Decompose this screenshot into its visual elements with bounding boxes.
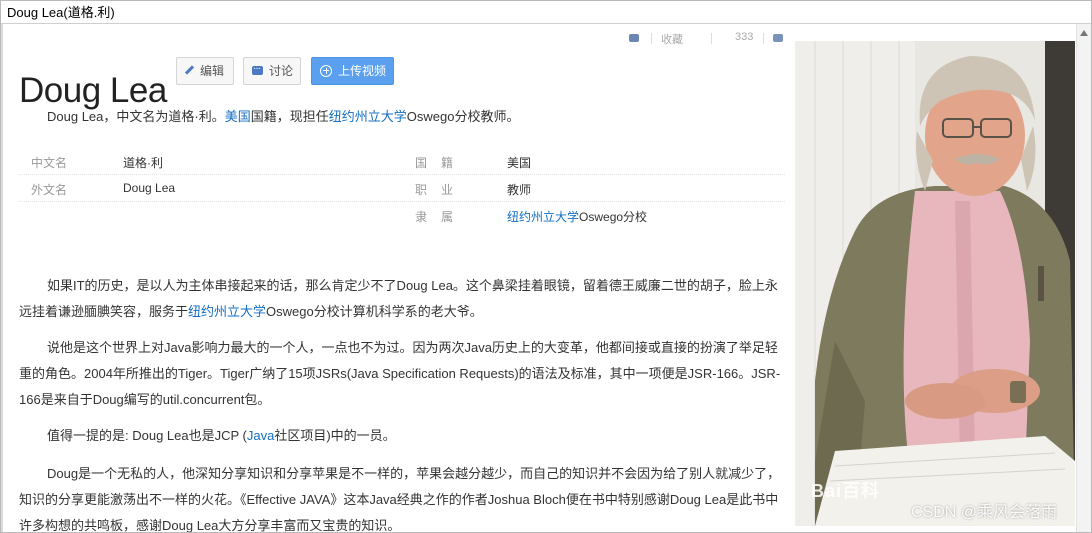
summary-text: Doug Lea，中文名为道格·利。美国国籍，现担任纽约州立大学Oswego分校… <box>47 106 519 125</box>
paragraph-text: Oswego分校计算机科学系的老大爷。 <box>266 304 483 319</box>
top-toolbar-strip: 收藏 333 <box>621 32 793 46</box>
info-key: 职业 <box>415 183 468 197</box>
upload-video-label: 上传视频 <box>338 64 387 78</box>
plus-circle-icon <box>320 64 332 77</box>
paragraph-text: 社区项目)中的一员。 <box>274 428 396 443</box>
discuss-button[interactable]: 讨论 <box>243 56 301 85</box>
portrait-illustration <box>795 41 1075 526</box>
scroll-up-arrow-icon[interactable] <box>1080 30 1088 36</box>
like-count[interactable]: 333 <box>735 32 753 43</box>
more-icon[interactable] <box>773 34 783 42</box>
toolbar-divider <box>763 33 764 44</box>
link-suny[interactable]: 纽约州立大学 <box>329 109 407 124</box>
toolbar-divider <box>711 33 712 44</box>
link-java[interactable]: Java <box>247 428 274 443</box>
discuss-label: 讨论 <box>269 64 294 78</box>
page-content[interactable]: 收藏 333 Doug Lea 编辑 讨论 上传视频 Doug Lea，中文名为… <box>1 24 1091 532</box>
portrait-photo[interactable]: Bai百科 CSDN @乘风会落雨 <box>795 41 1075 526</box>
info-row: 外文名 Doug Lea 职业 教师 <box>19 175 785 202</box>
info-key: 中文名 <box>31 156 68 170</box>
info-row: 中文名 道格·利 国籍 美国 <box>19 148 785 175</box>
info-value: 纽约州立大学Oswego分校 <box>507 208 647 225</box>
left-border <box>1 24 3 532</box>
info-row: 隶属 纽约州立大学Oswego分校 <box>19 202 785 228</box>
vertical-scrollbar[interactable] <box>1076 24 1091 532</box>
chat-icon <box>252 56 263 82</box>
toolbar-divider <box>651 33 652 44</box>
browser-window: Doug Lea(道格.利) 收藏 333 Doug Lea 编辑 讨论 上传视… <box>0 0 1092 533</box>
window-title: Doug Lea(道格.利) <box>1 1 1091 24</box>
baike-watermark: Bai百科 <box>811 481 881 501</box>
edit-button[interactable]: 编辑 <box>176 57 234 85</box>
basic-info-table: 中文名 道格·利 国籍 美国 外文名 Doug Lea 职业 教师 隶属 纽约州… <box>19 148 785 228</box>
info-value: 道格·利 <box>123 156 163 170</box>
paragraph-3: 值得一提的是: Doug Lea也是JCP (Java社区项目)中的一员。 <box>19 423 785 449</box>
summary-part: Doug Lea，中文名为道格·利。 <box>47 109 225 124</box>
paragraph-4: Doug是一个无私的人，他深知分享知识和分享苹果是不一样的，苹果会越分越少，而自… <box>19 466 781 532</box>
link-usa[interactable]: 美国 <box>225 109 251 124</box>
edit-label: 编辑 <box>200 64 225 78</box>
csdn-watermark: CSDN @乘风会落雨 <box>910 504 1057 521</box>
paragraph-text: 值得一提的是: Doug Lea也是JCP ( <box>47 428 247 443</box>
info-value: Doug Lea <box>123 181 176 195</box>
pencil-icon <box>185 66 194 75</box>
info-key: 隶属 <box>415 210 468 224</box>
paragraph-1: 如果IT的历史，是以人为主体串接起来的话，那么肯定少不了Doug Lea。这个鼻… <box>19 273 785 325</box>
info-key: 国籍 <box>415 156 468 170</box>
share-icon[interactable] <box>629 34 639 42</box>
paragraph-2: 说他是这个世界上对Java影响力最大的一个人，一点也不为过。因为两次Java历史… <box>19 340 781 407</box>
favorite-label[interactable]: 收藏 <box>661 32 683 46</box>
info-value: 美国 <box>507 156 532 170</box>
info-value-text: Oswego分校 <box>579 210 648 224</box>
link-suny[interactable]: 纽约州立大学 <box>188 304 266 319</box>
summary-part: 国籍，现担任 <box>250 109 329 124</box>
info-key: 外文名 <box>31 183 68 197</box>
link-suny[interactable]: 纽约州立大学 <box>507 210 579 224</box>
info-value: 教师 <box>507 183 532 197</box>
upload-video-button[interactable]: 上传视频 <box>311 57 394 85</box>
summary-part: Oswego分校教师。 <box>406 109 520 124</box>
